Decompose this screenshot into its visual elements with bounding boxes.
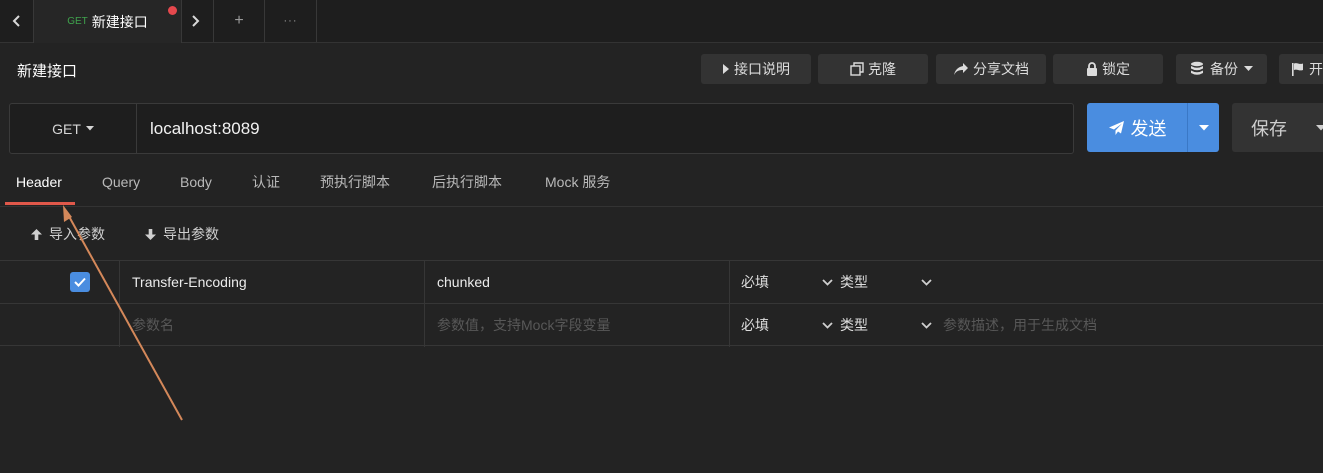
share-doc-label: 分享文档 (973, 61, 1029, 77)
plus-icon: + (234, 12, 244, 29)
caret-down-icon (1316, 124, 1323, 130)
unsaved-dot-icon (168, 6, 177, 15)
save-label: 保存 (1251, 118, 1287, 139)
param-desc-input[interactable]: 参数描述，用于生成文档 (943, 304, 1097, 346)
required-select-value: 必填 (741, 317, 769, 333)
export-params-button[interactable]: 导出参数 (144, 224, 219, 244)
save-button-group: 保存 (1232, 103, 1323, 152)
param-name-input[interactable]: 参数名 (132, 304, 174, 346)
import-params-label: 导入参数 (49, 226, 105, 242)
tab-next-button[interactable] (182, 0, 208, 42)
required-select[interactable]: 必填 (741, 304, 833, 346)
active-tab-indicator (5, 202, 75, 205)
arrow-up-icon (31, 228, 42, 240)
check-icon (74, 277, 86, 287)
tab-query[interactable]: Query (102, 162, 140, 202)
backup-label: 备份 (1210, 61, 1238, 77)
api-doc-label: 接口说明 (734, 61, 790, 77)
send-button[interactable]: 发送 (1087, 103, 1187, 152)
arrow-down-icon (145, 228, 156, 240)
chevron-down-icon (822, 321, 833, 329)
row-enabled-checkbox[interactable] (70, 272, 90, 292)
chevron-down-icon (822, 278, 833, 286)
type-select-value: 类型 (840, 317, 868, 333)
caret-right-icon (723, 64, 729, 74)
open-button[interactable]: 开 (1279, 54, 1323, 84)
ellipsis-icon: ··· (283, 15, 298, 27)
param-value-cell[interactable]: chunked (437, 261, 490, 303)
save-options-button[interactable] (1306, 103, 1323, 152)
tab-mock-service[interactable]: Mock 服务 (545, 162, 610, 202)
tab-post-script[interactable]: 后执行脚本 (432, 162, 502, 202)
more-tabs-button[interactable]: ··· (265, 0, 317, 42)
api-editor: GET 新建接口 + ··· 新建接口 接口说明 克隆 分享文档 锁定 备份 开… (0, 0, 1323, 473)
database-icon (1191, 61, 1203, 75)
lock-label: 锁定 (1102, 61, 1130, 77)
required-select-value: 必填 (741, 274, 769, 290)
chevron-down-icon (921, 321, 932, 329)
table-row-new: 参数名 参数值，支持Mock字段变量 必填 类型 参数描述，用于生成文档 (0, 303, 1323, 347)
tab-title: 新建接口 (91, 13, 148, 30)
copy-icon (850, 62, 864, 76)
caret-down-icon (85, 126, 94, 131)
url-input[interactable]: localhost:8089 (150, 104, 260, 153)
tab-method-label: GET (67, 16, 88, 27)
api-doc-button[interactable]: 接口说明 (701, 54, 811, 84)
clone-label: 克隆 (868, 61, 896, 77)
tab-new-api[interactable]: GET 新建接口 (33, 0, 182, 43)
send-button-group: 发送 (1087, 103, 1219, 152)
type-select[interactable]: 类型 (840, 261, 932, 303)
chevron-left-icon (12, 15, 20, 27)
flag-icon (1292, 63, 1303, 76)
chevron-right-icon (192, 15, 200, 27)
tab-header[interactable]: Header (16, 162, 62, 202)
param-value-input[interactable]: 参数值，支持Mock字段变量 (437, 304, 610, 346)
tab-bar: GET 新建接口 + ··· (0, 0, 1323, 43)
tab-body[interactable]: Body (180, 162, 212, 202)
import-params-button[interactable]: 导入参数 (30, 224, 105, 244)
clone-button[interactable]: 克隆 (818, 54, 928, 84)
paper-plane-icon (1108, 120, 1124, 135)
lock-button[interactable]: 锁定 (1053, 54, 1163, 84)
add-tab-button[interactable]: + (213, 0, 265, 42)
send-options-button[interactable] (1187, 103, 1219, 152)
tab-prev-button[interactable] (0, 0, 33, 42)
export-params-label: 导出参数 (163, 226, 219, 242)
caret-down-icon (1198, 124, 1209, 130)
request-section-tabs: Header Query Body 认证 预执行脚本 后执行脚本 Mock 服务 (0, 162, 1323, 207)
share-icon (954, 63, 968, 75)
tab-pre-script[interactable]: 预执行脚本 (320, 162, 390, 202)
lock-icon (1087, 61, 1097, 76)
header-params-table: Transfer-Encoding chunked 必填 类型 参数名 参数值，… (0, 260, 1323, 347)
backup-button[interactable]: 备份 (1176, 54, 1267, 84)
method-select[interactable]: GET (10, 104, 137, 153)
request-url-bar: GET localhost:8089 (9, 103, 1074, 154)
type-select-value: 类型 (840, 274, 868, 290)
type-select[interactable]: 类型 (840, 304, 932, 346)
tab-auth[interactable]: 认证 (252, 162, 280, 202)
chevron-down-icon (921, 278, 932, 286)
page-title: 新建接口 (17, 63, 78, 80)
method-select-value: GET (52, 120, 81, 137)
param-name-cell[interactable]: Transfer-Encoding (132, 261, 247, 303)
open-label: 开 (1309, 61, 1323, 77)
share-doc-button[interactable]: 分享文档 (936, 54, 1046, 84)
caret-down-icon (1244, 66, 1253, 71)
save-button[interactable]: 保存 (1232, 103, 1306, 152)
required-select[interactable]: 必填 (741, 261, 833, 303)
table-row: Transfer-Encoding chunked 必填 类型 (0, 260, 1323, 304)
send-label: 发送 (1130, 118, 1167, 139)
